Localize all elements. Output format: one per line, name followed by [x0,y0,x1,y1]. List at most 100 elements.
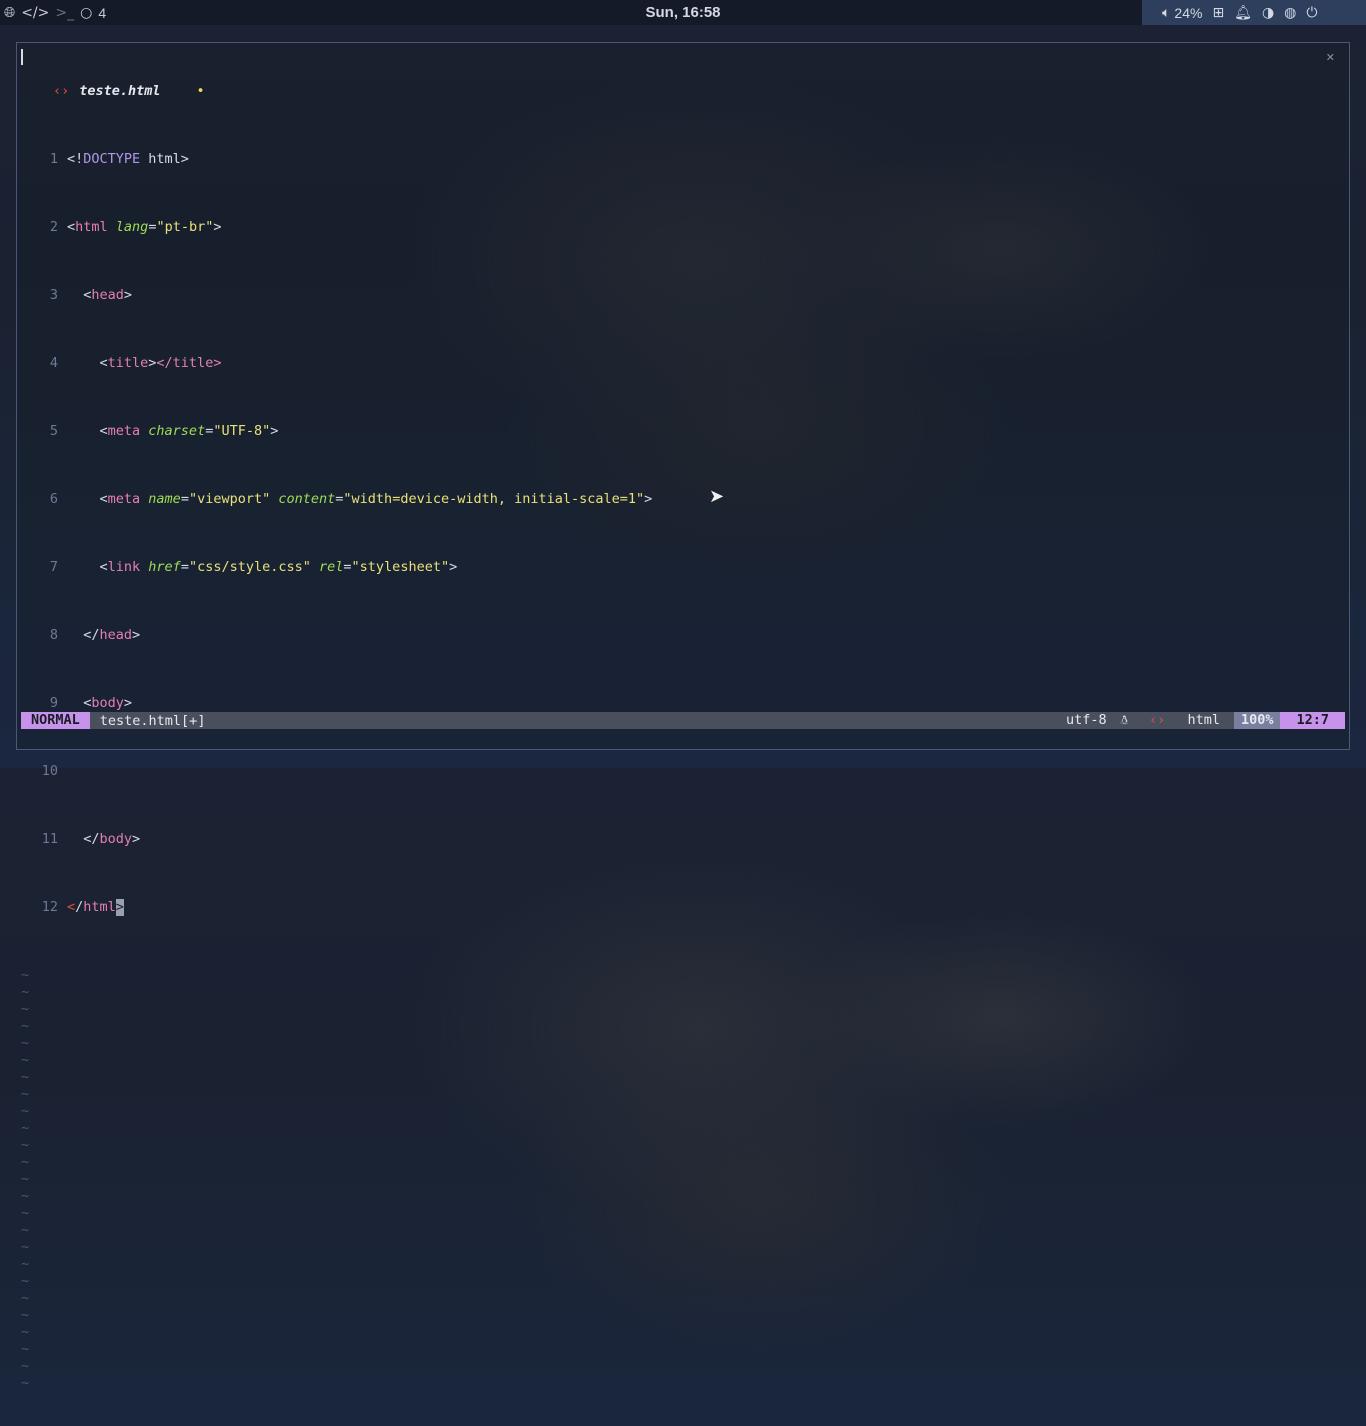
code-token: href [148,559,181,575]
mouse-pointer-icon: ➤ [709,486,725,507]
code-token: </title> [156,355,222,371]
code-token: html> [140,151,189,167]
html-file-icon: ‹› [53,83,70,99]
network-icon[interactable]: ⊞ [1212,5,1224,21]
code-token: "pt-br" [156,219,214,235]
line-number: 6 [49,491,58,507]
filetype: ‹› html [1135,712,1234,729]
tilde-marker: ~ [21,1256,30,1272]
power-icon[interactable]: ⏻ [1306,5,1317,21]
code-token: head [99,627,133,643]
tilde-marker: ~ [21,1222,30,1238]
code-icon[interactable]: </> [21,5,49,21]
tilde-marker: ~ [21,1290,30,1306]
code-token: meta [107,423,141,439]
line-number: 3 [49,287,58,303]
code-line[interactable]: 4 < title > </title> [21,355,1345,372]
system-tray: 🔈︎ 24% ⊞ 🔔︎ ◑ ◍ ⏻ [1142,0,1366,25]
tilde-marker: ~ [21,1273,30,1289]
line-number: 2 [49,219,58,235]
code-line[interactable]: 3 < head > [21,287,1345,304]
code-line[interactable]: 2 < html lang = "pt-br" > [21,219,1345,236]
tilde-marker: ~ [21,1307,30,1323]
toggle-icon[interactable]: ◑ [1262,5,1274,21]
line-number: 9 [49,695,58,711]
tilde-marker: ~ [21,1103,30,1119]
code-token: "viewport" [188,491,271,507]
code-line[interactable]: 12 < / html > [21,899,1345,916]
code-token: content [278,491,336,507]
code-line[interactable]: 6 < meta name = "viewport" content = "width=d… [21,491,1345,508]
tilde-marker: ~ [21,1239,30,1255]
code-token: <! [67,151,84,167]
code-line[interactable]: 11 </body > [21,831,1345,848]
code-token: meta [107,491,141,507]
tilde-marker: ~ [21,1069,30,1085]
code-token: head [91,287,124,303]
code-token: html [75,219,108,235]
code-token: name [148,491,181,507]
empty-line-markers: ~ ~ ~ ~ ~ ~ ~ ~ ~ ~ ~ ~ ~ ~ ~ ~ ~ ~ ~ ~ ~ ~ ~ ~ ~ [21,967,1345,1392]
code-line[interactable]: 7 < link href = "css/style.css" rel = "styles… [21,559,1345,576]
tilde-marker: ~ [21,1375,30,1391]
tab-filename: teste.html [79,83,161,99]
filetype-label: html [1187,712,1220,728]
code-token: body [99,831,133,847]
line-number: 8 [49,627,58,643]
editor-window[interactable]: ✕ ‹› teste.html • 1 <! DOCTYPE html> 2 < html … [16,42,1350,1391]
scroll-percent: 100% [1233,712,1281,729]
tilde-marker: ~ [21,1086,30,1102]
tilde-marker: ~ [21,1171,30,1187]
line-number: 4 [49,355,58,371]
bell-icon[interactable]: 🔔︎ [1234,5,1252,21]
line-number: 11 [41,831,58,847]
code-token: DOCTYPE [83,151,141,167]
tilde-marker: ~ [21,1324,30,1340]
tilde-marker: ~ [21,1018,30,1034]
code-token: html [83,899,116,915]
tilde-marker: ~ [21,1358,30,1374]
buffer-tab[interactable]: ‹› teste.html • [21,83,1345,100]
code-line[interactable]: 10 [21,763,1345,780]
workspace-count: 4 [98,4,107,21]
code-line[interactable]: 9 < body > [21,695,1345,712]
mode-indicator: NORMAL [21,712,90,729]
code-line[interactable]: 5 < meta charset = "UTF-8" > [21,423,1345,440]
code-line[interactable]: 8 </head > [21,627,1345,644]
circle-icon[interactable]: ○ [80,5,92,21]
code-token: rel [319,559,344,575]
code-token: body [91,695,124,711]
code-token: charset [148,423,206,439]
code-line[interactable]: 1 <! DOCTYPE html> [21,151,1345,168]
palette-icon[interactable]: ◍ [1284,5,1296,21]
cursor-position: 12:7 [1280,712,1345,729]
code-token: link [107,559,141,575]
tilde-marker: ~ [21,1188,30,1204]
top-bar: 🌐︎ </> >_ ○ 4 Sun, 16:58 🔈︎ 24% ⊞ 🔔︎ ◑ ◍… [0,0,1366,25]
tilde-marker: ~ [21,1120,30,1136]
volume-icon[interactable]: 🔈︎ [1162,5,1170,21]
tilde-marker: ~ [21,1154,30,1170]
tilde-marker: ~ [21,1205,30,1221]
code-token: lang [115,219,149,235]
tilde-marker: ~ [21,1001,30,1017]
tilde-marker: ~ [21,967,30,983]
text-cursor: > [115,899,124,916]
line-number: 12 [41,899,58,915]
code-token: "width=device-width, initial-scale=1" [343,491,645,507]
code-token: "stylesheet" [351,559,450,575]
code-token: "css/style.css" [188,559,311,575]
tilde-marker: ~ [21,1035,30,1051]
globe-icon[interactable]: 🌐︎ [4,5,15,21]
volume-level: 24% [1174,4,1203,21]
code-token: "UTF-8" [213,423,271,439]
line-number: 5 [49,423,58,439]
tilde-marker: ~ [21,1052,30,1068]
tilde-marker: ~ [21,1137,30,1153]
encoding: utf-8 [1066,712,1107,728]
code-area[interactable]: ‹› teste.html • 1 <! DOCTYPE html> 2 < html la… [21,49,1345,1426]
line-number: 7 [49,559,58,575]
terminal-icon[interactable]: >_ [55,5,74,21]
workspace-indicators: 🌐︎ </> >_ ○ 4 [0,0,106,25]
status-line: NORMAL teste.html[+] utf-8 🐧︎ ‹› html 10… [21,712,1345,729]
